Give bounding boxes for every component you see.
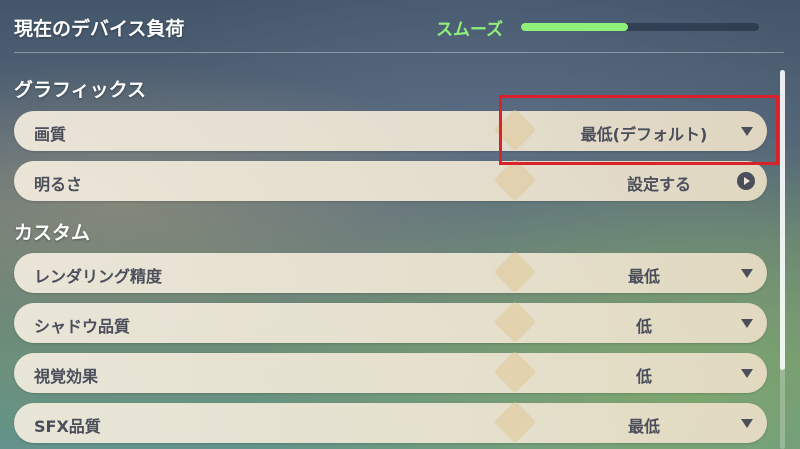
arrow-right-circle-icon[interactable] [737,172,755,190]
chevron-down-icon[interactable] [741,419,753,428]
setting-label-visual-effects: 視覚効果 [34,367,99,386]
setting-value-visual-effects: 低 [635,367,652,386]
chevron-down-icon[interactable] [741,319,753,328]
chevron-down-icon[interactable] [741,369,753,378]
setting-row-visual-effects[interactable]: 視覚効果 低 [14,353,767,393]
setting-row-brightness[interactable]: 明るさ 設定する [14,161,767,201]
setting-label-brightness: 明るさ [34,175,83,194]
section-title-custom: カスタム [14,222,91,244]
setting-value-shadow-quality: 低 [635,317,652,336]
setting-value-render-resolution: 最低 [627,267,660,286]
chevron-down-icon[interactable] [741,269,753,278]
setting-row-shadow-quality[interactable]: シャドウ品質 低 [14,303,767,343]
setting-value-sfx-quality: 最低 [627,417,660,436]
setting-label-sfx-quality: SFX品質 [34,417,101,436]
setting-label-render-resolution: レンダリング精度 [34,267,163,286]
setting-label-shadow-quality: シャドウ品質 [34,317,131,336]
scrollbar-thumb[interactable] [780,70,785,370]
header-divider [14,52,784,53]
scrollbar[interactable] [780,70,785,449]
header: 現在のデバイス負荷 スムーズ [0,0,800,52]
section-title-graphics: グラフィックス [14,79,147,101]
device-load-bar [521,23,759,31]
setting-row-render-resolution[interactable]: レンダリング精度 最低 [14,253,767,293]
highlight-box [499,95,779,165]
setting-row-sfx-quality[interactable]: SFX品質 最低 [14,403,767,443]
setting-label-quality: 画質 [34,125,67,144]
setting-value-brightness: 設定する [626,175,691,194]
device-load-status: スムーズ [436,20,504,40]
device-load-bar-fill [521,23,629,31]
page-title: 現在のデバイス負荷 [14,18,185,40]
